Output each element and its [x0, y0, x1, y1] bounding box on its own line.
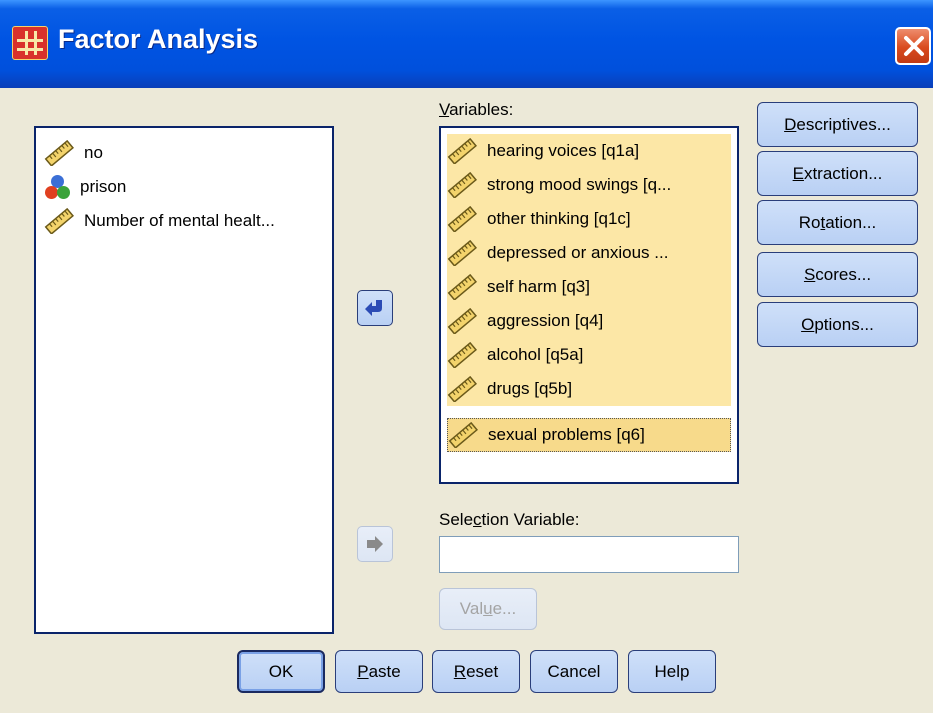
ruler-scale-icon — [447, 308, 477, 334]
ruler-scale-icon — [447, 342, 477, 368]
list-item-selected[interactable]: sexual problems [q6] — [447, 418, 731, 452]
ruler-scale-icon — [447, 274, 477, 300]
list-item-label: drugs [q5b] — [487, 379, 573, 398]
list-item[interactable]: aggression [q4] — [447, 304, 731, 338]
close-button[interactable] — [895, 27, 931, 65]
list-item-label: self harm [q3] — [487, 277, 590, 296]
rotation-button[interactable]: Ro t ation... — [757, 200, 918, 245]
cancel-button[interactable]: Cancel — [530, 650, 618, 693]
move-to-source-button[interactable] — [357, 290, 393, 326]
ruler-scale-icon — [448, 422, 478, 448]
list-item-label: Number of mental healt... — [84, 211, 275, 230]
list-item-label: prison — [80, 177, 127, 196]
spss-app-icon — [12, 26, 48, 60]
close-icon — [904, 36, 924, 56]
list-item[interactable]: drugs [q5b] — [447, 372, 731, 406]
window-title: Factor Analysis — [58, 24, 259, 54]
factor-analysis-dialog: Factor Analysis no prison Number of ment… — [0, 0, 933, 713]
source-variable-list[interactable]: no prison Number of mental healt... — [34, 126, 334, 634]
list-item-label: other thinking [q1c] — [487, 209, 631, 228]
help-button[interactable]: Help — [628, 650, 716, 693]
list-item[interactable]: other thinking [q1c] — [447, 202, 731, 236]
arrow-left-icon — [365, 300, 382, 316]
ruler-scale-icon — [44, 140, 74, 166]
reset-button[interactable]: Reset — [432, 650, 520, 693]
list-item-label: aggression [q4] — [487, 311, 604, 330]
nominal-icon — [44, 174, 72, 200]
ruler-scale-icon — [447, 172, 477, 198]
ruler-scale-icon — [447, 240, 477, 266]
list-item[interactable]: no — [44, 136, 103, 170]
options-button[interactable]: Options... — [757, 302, 918, 347]
list-item-label: strong mood swings [q... — [487, 175, 672, 194]
list-item-label: sexual problems [q6] — [488, 425, 645, 444]
extraction-button[interactable]: Extraction... — [757, 151, 918, 196]
selection-variable-label: Selection Variable: — [439, 510, 580, 529]
title-bar[interactable]: Factor Analysis — [0, 0, 933, 88]
list-item[interactable]: self harm [q3] — [447, 270, 731, 304]
list-item-label: depressed or anxious ... — [487, 243, 669, 262]
list-item[interactable]: depressed or anxious ... — [447, 236, 731, 270]
list-item[interactable]: prison — [44, 170, 126, 204]
list-item[interactable]: Number of mental healt... — [44, 204, 275, 238]
list-item-label: no — [84, 143, 103, 162]
paste-button[interactable]: Paste — [335, 650, 423, 693]
ruler-scale-icon — [44, 208, 74, 234]
list-item-label: hearing voices [q1a] — [487, 141, 640, 160]
list-item[interactable]: strong mood swings [q... — [447, 168, 731, 202]
list-item[interactable]: alcohol [q5a] — [447, 338, 731, 372]
variables-list[interactable]: hearing voices [q1a] strong mood swings … — [439, 126, 739, 484]
ruler-scale-icon — [447, 138, 477, 164]
ok-button[interactable]: OK — [237, 650, 325, 693]
list-item[interactable]: hearing voices [q1a] — [447, 134, 731, 168]
ruler-scale-icon — [447, 376, 477, 402]
arrow-right-icon — [367, 536, 383, 552]
variables-label: Variables: — [439, 100, 514, 119]
selection-variable-field[interactable] — [439, 536, 739, 573]
descriptives-button[interactable]: Descriptives... — [757, 102, 918, 147]
move-to-selection-button[interactable] — [357, 526, 393, 562]
value-button[interactable]: Val u e... — [439, 588, 537, 630]
scores-button[interactable]: Scores... — [757, 252, 918, 297]
ruler-scale-icon — [447, 206, 477, 232]
list-item-label: alcohol [q5a] — [487, 345, 584, 364]
